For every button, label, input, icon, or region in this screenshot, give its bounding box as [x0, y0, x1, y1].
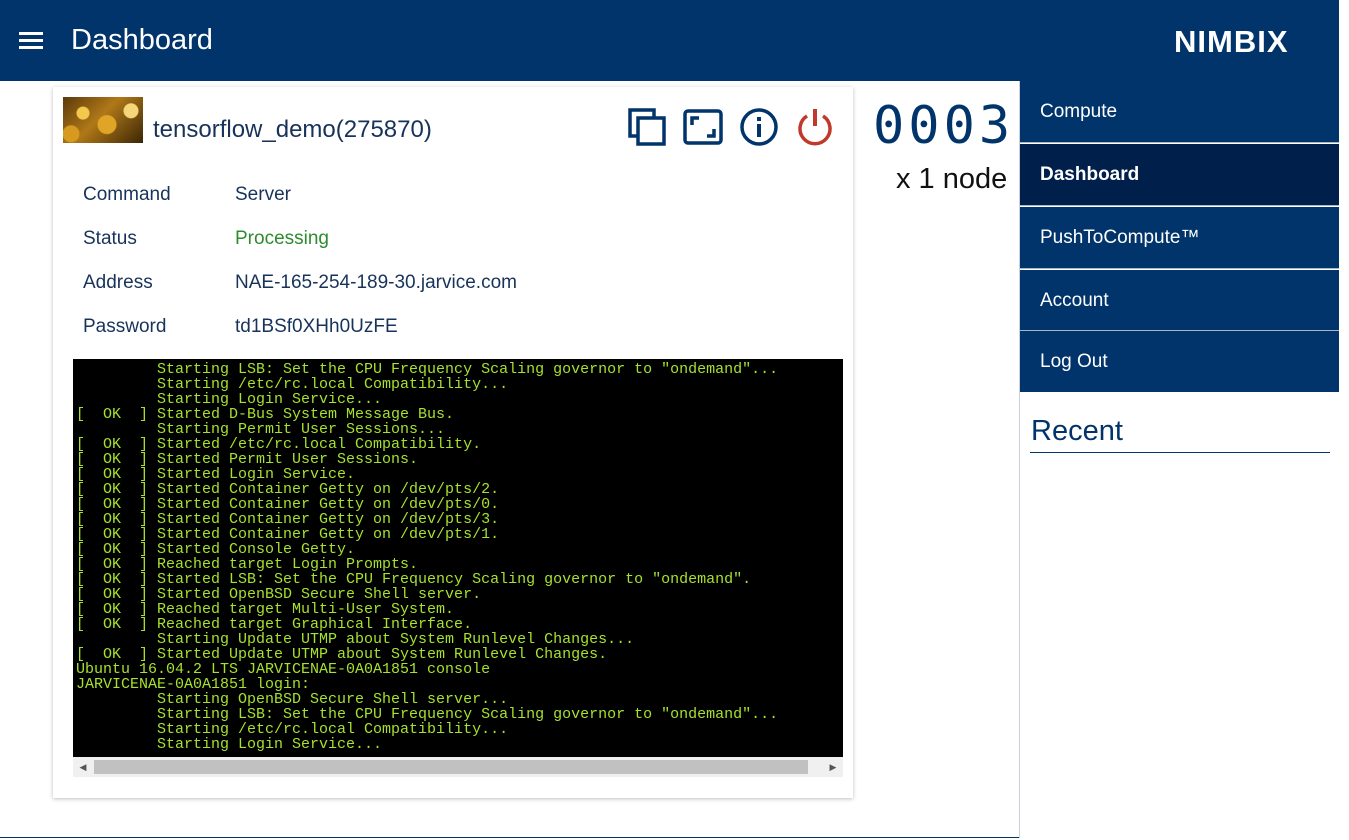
- hamburger-menu-icon[interactable]: [19, 31, 43, 51]
- scrollbar-thumb[interactable]: [94, 760, 808, 774]
- copy-icon[interactable]: [626, 106, 668, 148]
- runtime-counter: 0003: [873, 96, 1015, 156]
- info-icon[interactable]: [738, 106, 780, 148]
- job-card: tensorflow_demo(275870) Command Server S…: [53, 87, 853, 798]
- command-value: Server: [235, 184, 291, 205]
- fullscreen-icon[interactable]: [682, 106, 724, 148]
- password-label: Password: [83, 316, 167, 337]
- nav-divider: [1020, 142, 1339, 143]
- address-label: Address: [83, 272, 153, 293]
- console-horizontal-scrollbar[interactable]: ◀ ▶: [73, 757, 843, 777]
- power-icon[interactable]: [794, 106, 836, 148]
- nav-item-compute[interactable]: Compute: [1020, 81, 1339, 142]
- scroll-right-arrow-icon[interactable]: ▶: [823, 757, 843, 777]
- nav-item-account[interactable]: Account: [1020, 270, 1339, 331]
- nav-item-dashboard[interactable]: Dashboard: [1020, 144, 1339, 205]
- top-app-bar: Dashboard NIMBIX: [0, 0, 1339, 81]
- console-text: Starting LSB: Set the CPU Frequency Scal…: [76, 361, 779, 753]
- scroll-left-arrow-icon[interactable]: ◀: [73, 757, 93, 777]
- nav-divider: [1020, 205, 1339, 206]
- job-thumbnail: [63, 97, 143, 143]
- nav-divider: [1020, 268, 1339, 269]
- command-label: Command: [83, 184, 171, 205]
- status-label: Status: [83, 228, 137, 249]
- console-output[interactable]: Starting LSB: Set the CPU Frequency Scal…: [73, 359, 843, 757]
- node-count: x 1 node: [896, 163, 1008, 195]
- password-value[interactable]: td1BSf0XHh0UzFE: [235, 316, 398, 338]
- recent-underline: [1030, 452, 1330, 453]
- nimbix-logo: NIMBIX: [1174, 24, 1289, 59]
- status-value: Processing: [235, 228, 329, 249]
- page-title: Dashboard: [71, 24, 213, 56]
- job-name: tensorflow_demo(275870): [153, 116, 432, 143]
- nav-item-logout[interactable]: Log Out: [1020, 331, 1339, 392]
- address-value[interactable]: NAE-165-254-189-30.jarvice.com: [235, 272, 517, 294]
- nav-drawer: Compute Dashboard PushToCompute™ Account…: [1019, 81, 1339, 838]
- nav-item-pushtocompute[interactable]: PushToCompute™: [1020, 207, 1339, 268]
- recent-heading: Recent: [1031, 415, 1123, 447]
